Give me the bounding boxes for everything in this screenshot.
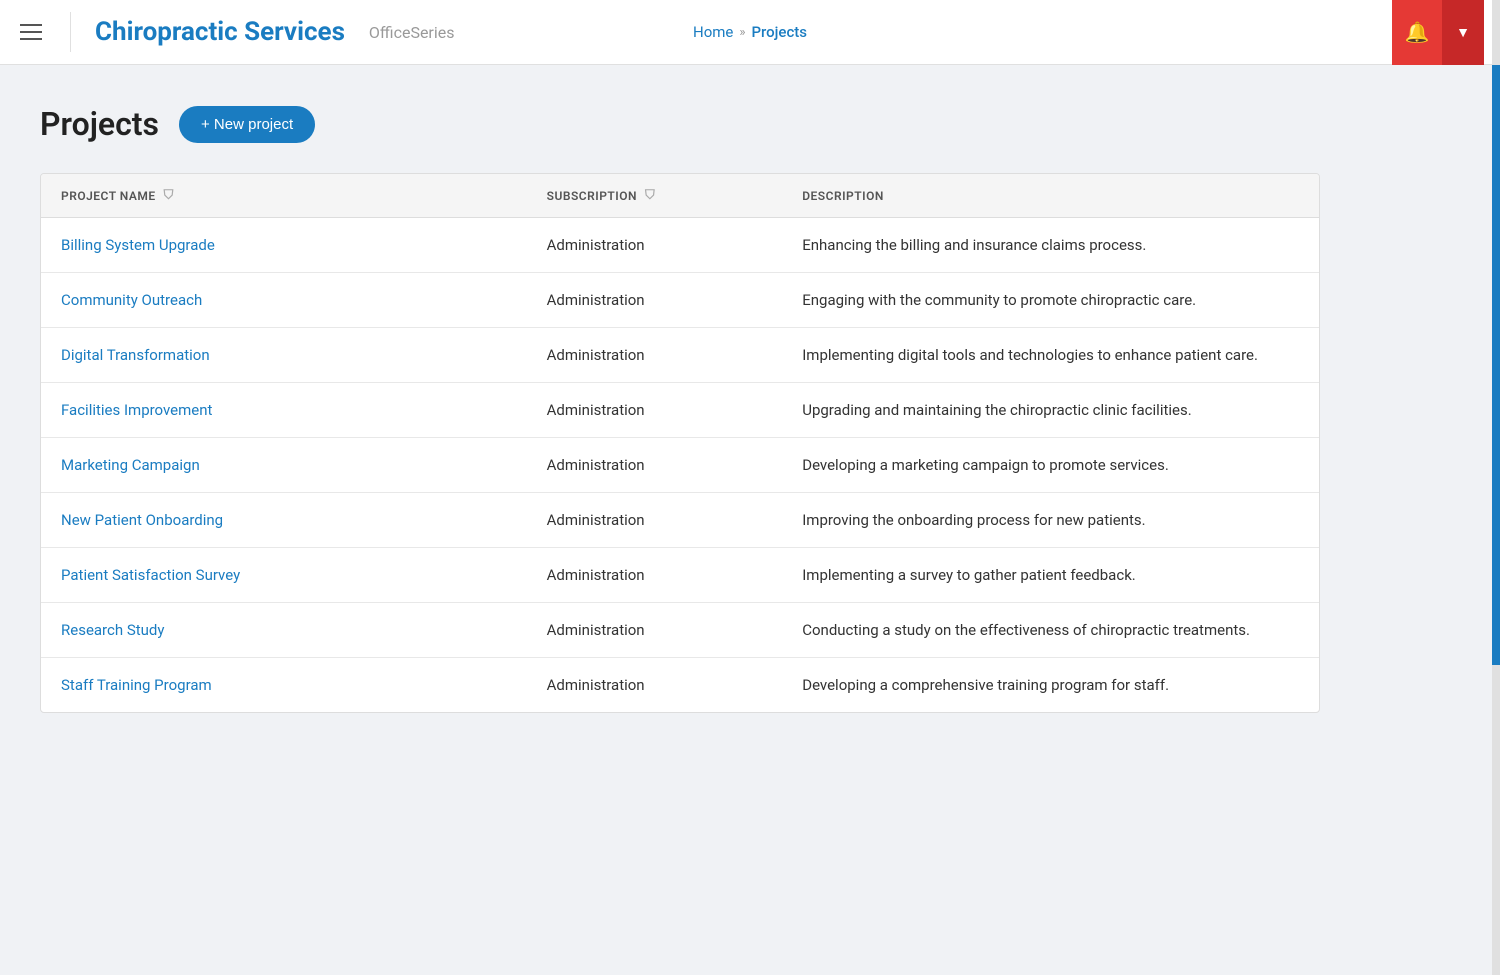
header-right: 🔔 ▼ xyxy=(1392,0,1484,65)
projects-table: PROJECT NAME ⛉ SUBSCRIPTION ⛉ DESCRIPTIO… xyxy=(41,174,1319,712)
table-row: Marketing Campaign AdministrationDevelopi… xyxy=(41,438,1319,493)
cell-description: Implementing digital tools and technolog… xyxy=(782,328,1319,383)
table-row: Research Study AdministrationConducting a… xyxy=(41,603,1319,658)
cell-subscription: Administration xyxy=(527,438,783,493)
filter-icon-name[interactable]: ⛉ xyxy=(164,188,174,203)
app-title: Chiropractic Services xyxy=(95,17,345,47)
scrollbar-track xyxy=(1492,0,1500,975)
breadcrumb-current: Projects xyxy=(751,23,807,41)
cell-project-name: Facilities Improvement xyxy=(41,383,527,438)
nav-home-link[interactable]: Home xyxy=(693,23,733,41)
cell-description: Upgrading and maintaining the chiropract… xyxy=(782,383,1319,438)
cell-subscription: Administration xyxy=(527,383,783,438)
col-header-name: PROJECT NAME ⛉ xyxy=(41,174,527,218)
scrollbar-thumb xyxy=(1492,65,1500,665)
cell-project-name: Research Study xyxy=(41,603,527,658)
table-header: PROJECT NAME ⛉ SUBSCRIPTION ⛉ DESCRIPTIO… xyxy=(41,174,1319,218)
project-name-link[interactable]: New Patient Onboarding xyxy=(61,511,223,529)
table-row: New Patient Onboarding AdministrationImpr… xyxy=(41,493,1319,548)
filter-icon-subscription[interactable]: ⛉ xyxy=(645,188,655,203)
table-row: Billing System Upgrade AdministrationEnha… xyxy=(41,218,1319,273)
cell-project-name: Digital Transformation xyxy=(41,328,527,383)
cell-subscription: Administration xyxy=(527,658,783,713)
project-name-link[interactable]: Marketing Campaign xyxy=(61,456,200,474)
project-name-link[interactable]: Research Study xyxy=(61,621,164,639)
cell-description: Enhancing the billing and insurance clai… xyxy=(782,218,1319,273)
breadcrumb-nav: Home » Projects xyxy=(693,23,807,41)
cell-project-name: Community Outreach xyxy=(41,273,527,328)
col-header-subscription: SUBSCRIPTION ⛉ xyxy=(527,174,783,218)
project-name-link[interactable]: Facilities Improvement xyxy=(61,401,212,419)
project-name-link[interactable]: Staff Training Program xyxy=(61,676,212,694)
cell-description: Implementing a survey to gather patient … xyxy=(782,548,1319,603)
cell-subscription: Administration xyxy=(527,218,783,273)
table-row: Community Outreach AdministrationEngaging… xyxy=(41,273,1319,328)
cell-subscription: Administration xyxy=(527,548,783,603)
cell-description: Improving the onboarding process for new… xyxy=(782,493,1319,548)
cell-project-name: Staff Training Program xyxy=(41,658,527,713)
col-header-description: DESCRIPTION xyxy=(782,174,1319,218)
bell-icon: 🔔 xyxy=(1405,20,1430,45)
project-name-link[interactable]: Billing System Upgrade xyxy=(61,236,215,254)
cell-project-name: New Patient Onboarding xyxy=(41,493,527,548)
cell-description: Conducting a study on the effectiveness … xyxy=(782,603,1319,658)
hamburger-menu[interactable] xyxy=(16,20,46,44)
table-row: Facilities Improvement AdministrationUpgr… xyxy=(41,383,1319,438)
app-subtitle: OfficeSeries xyxy=(369,23,455,42)
cell-project-name: Billing System Upgrade xyxy=(41,218,527,273)
project-name-link[interactable]: Digital Transformation xyxy=(61,346,210,364)
table-header-row: PROJECT NAME ⛉ SUBSCRIPTION ⛉ DESCRIPTIO… xyxy=(41,174,1319,218)
cell-description: Developing a comprehensive training prog… xyxy=(782,658,1319,713)
user-dropdown-button[interactable]: ▼ xyxy=(1442,0,1484,65)
table-row: Staff Training Program AdministrationDeve… xyxy=(41,658,1319,713)
project-name-link[interactable]: Community Outreach xyxy=(61,291,202,309)
cell-description: Developing a marketing campaign to promo… xyxy=(782,438,1319,493)
new-project-button[interactable]: + New project xyxy=(179,106,315,143)
breadcrumb-separator: » xyxy=(739,25,745,40)
cell-subscription: Administration xyxy=(527,493,783,548)
table-row: Patient Satisfaction Survey Administratio… xyxy=(41,548,1319,603)
header-left: Chiropractic Services OfficeSeries xyxy=(16,12,454,52)
chevron-down-icon: ▼ xyxy=(1456,24,1470,40)
page-title: Projects xyxy=(40,105,159,143)
header-divider xyxy=(70,12,71,52)
cell-description: Engaging with the community to promote c… xyxy=(782,273,1319,328)
cell-subscription: Administration xyxy=(527,273,783,328)
main-content: Projects + New project PROJECT NAME ⛉ SU… xyxy=(0,65,1360,753)
cell-project-name: Marketing Campaign xyxy=(41,438,527,493)
project-name-link[interactable]: Patient Satisfaction Survey xyxy=(61,566,240,584)
cell-subscription: Administration xyxy=(527,328,783,383)
table-body: Billing System UpgradeAdministrationEnha… xyxy=(41,218,1319,713)
table-row: Digital Transformation AdministrationImpl… xyxy=(41,328,1319,383)
bell-button[interactable]: 🔔 xyxy=(1392,0,1442,65)
projects-table-container: PROJECT NAME ⛉ SUBSCRIPTION ⛉ DESCRIPTIO… xyxy=(40,173,1320,713)
app-header: Chiropractic Services OfficeSeries Home … xyxy=(0,0,1500,65)
cell-subscription: Administration xyxy=(527,603,783,658)
page-header: Projects + New project xyxy=(40,105,1320,143)
cell-project-name: Patient Satisfaction Survey xyxy=(41,548,527,603)
